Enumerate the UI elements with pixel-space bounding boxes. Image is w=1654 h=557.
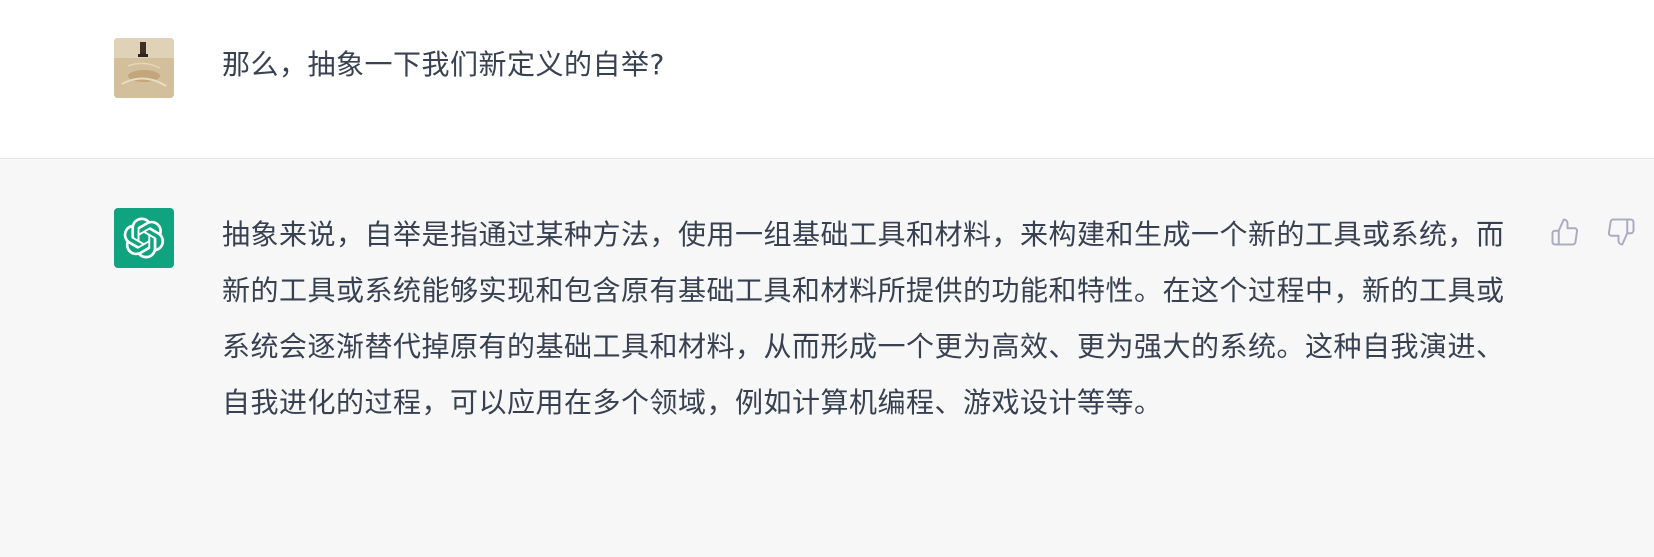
thumbs-up-button[interactable] [1548, 215, 1582, 249]
assistant-avatar [114, 208, 174, 268]
thumbs-up-icon [1551, 218, 1579, 246]
user-avatar [114, 38, 174, 98]
user-photo-avatar-icon [114, 38, 174, 98]
assistant-message-text: 抽象来说，自举是指通过某种方法，使用一组基础工具和材料，来构建和生成一个新的工具… [222, 218, 1505, 419]
openai-logo-icon [123, 217, 165, 259]
thumbs-down-icon [1607, 218, 1635, 246]
feedback-actions [1548, 215, 1638, 249]
user-message-row: 那么，抽象一下我们新定义的自举? [0, 0, 1654, 158]
thumbs-down-button[interactable] [1604, 215, 1638, 249]
assistant-message-row: 抽象来说，自举是指通过某种方法，使用一组基础工具和材料，来构建和生成一个新的工具… [0, 158, 1654, 557]
user-message-text: 那么，抽象一下我们新定义的自举? [222, 48, 665, 81]
